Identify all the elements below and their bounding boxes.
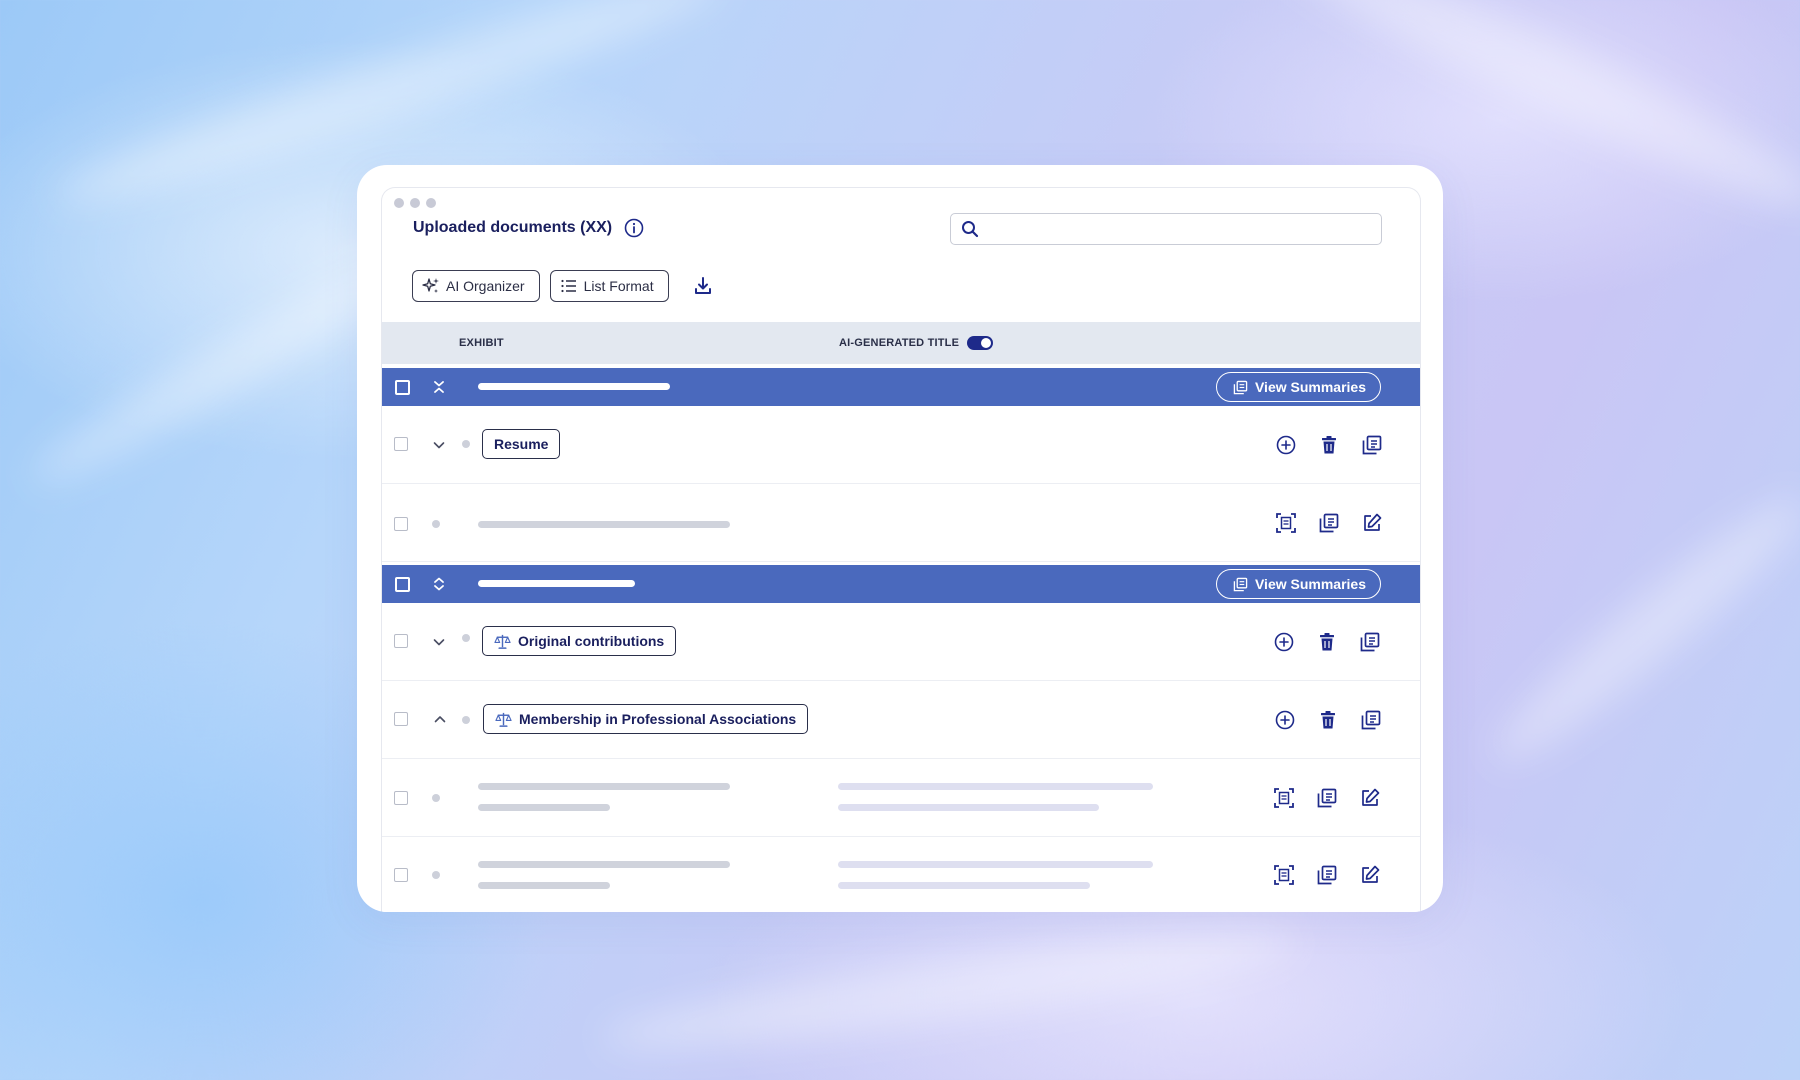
window-dot[interactable] (426, 198, 436, 208)
documents-window: Uploaded documents (XX) AI Organizer Lis… (381, 187, 1421, 912)
status-dot (462, 716, 470, 724)
window-dot[interactable] (410, 198, 420, 208)
ai-title-placeholder (838, 861, 1153, 868)
status-dot (432, 794, 440, 802)
plus-circle-icon[interactable] (1273, 631, 1295, 653)
column-header-ai-title-label: AI-GENERATED TITLE (839, 337, 960, 349)
documents-icon[interactable] (1360, 709, 1382, 731)
search-icon (962, 221, 979, 238)
list-item: Original contributions (382, 603, 1420, 681)
ai-organizer-button[interactable]: AI Organizer (412, 270, 540, 302)
edit-icon[interactable] (1359, 787, 1381, 809)
view-summaries-button[interactable]: View Summaries (1215, 372, 1381, 402)
documents-icon (1233, 380, 1248, 394)
document-row (382, 759, 1420, 837)
plus-circle-icon[interactable] (1274, 709, 1296, 731)
search-input[interactable] (950, 213, 1382, 245)
list-item: Membership in Professional Associations (382, 681, 1420, 759)
status-dot (462, 440, 470, 448)
column-header-exhibit: EXHIBIT (459, 337, 504, 349)
row-checkbox[interactable] (394, 791, 408, 805)
sparkles-icon (422, 278, 439, 293)
documents-icon[interactable] (1318, 512, 1340, 534)
list-format-label: List Format (583, 278, 654, 294)
document-title-placeholder (478, 783, 730, 790)
ai-organizer-label: AI Organizer (446, 278, 525, 294)
document-row (382, 484, 1420, 562)
toolbar: AI Organizer List Format (412, 270, 713, 302)
chevron-down-icon[interactable] (432, 635, 446, 649)
document-row (382, 837, 1420, 912)
ai-title-placeholder (838, 882, 1090, 889)
group-row: View Summaries (382, 368, 1420, 406)
row-checkbox[interactable] (394, 437, 408, 451)
group-row: View Summaries (382, 565, 1420, 603)
status-dot (462, 634, 470, 642)
view-summaries-label: View Summaries (1254, 576, 1366, 592)
app-card: Uploaded documents (XX) AI Organizer Lis… (357, 165, 1443, 912)
criteria-tag-membership[interactable]: Membership in Professional Associations (483, 704, 809, 734)
criteria-tag-resume[interactable]: Resume (482, 429, 561, 459)
page-header: Uploaded documents (XX) (413, 218, 644, 238)
download-icon[interactable] (693, 276, 713, 296)
documents-icon[interactable] (1361, 434, 1383, 456)
edit-icon[interactable] (1361, 512, 1383, 534)
page-title: Uploaded documents (XX) (413, 219, 613, 236)
trash-icon[interactable] (1318, 434, 1340, 456)
documents-icon[interactable] (1316, 864, 1338, 886)
trash-icon[interactable] (1317, 709, 1339, 731)
background-streak (599, 911, 1301, 1069)
criteria-tag-label: Membership in Professional Associations (519, 711, 797, 727)
ai-title-toggle[interactable] (967, 336, 994, 350)
group-checkbox[interactable] (395, 577, 410, 592)
window-controls (394, 198, 436, 208)
ai-title-placeholder (838, 804, 1099, 811)
chevron-down-icon[interactable] (432, 438, 446, 452)
window-dot[interactable] (394, 198, 404, 208)
row-checkbox[interactable] (394, 868, 408, 882)
list-item: Resume (382, 406, 1420, 484)
group-title-placeholder (478, 383, 670, 390)
expand-icon[interactable] (432, 577, 446, 591)
column-header-ai-title: AI-GENERATED TITLE (839, 336, 994, 350)
scale-icon (495, 712, 512, 727)
documents-icon (1233, 577, 1248, 591)
background-streak (1477, 478, 1800, 782)
status-dot (432, 871, 440, 879)
table-header: EXHIBIT AI-GENERATED TITLE (382, 322, 1420, 364)
list-icon (560, 279, 576, 293)
criteria-tag-original-contributions[interactable]: Original contributions (482, 626, 677, 656)
row-checkbox[interactable] (394, 712, 408, 726)
row-checkbox[interactable] (394, 634, 408, 648)
group-title-placeholder (478, 580, 635, 587)
collapse-icon[interactable] (432, 380, 446, 394)
ai-title-placeholder (838, 783, 1153, 790)
edit-icon[interactable] (1359, 864, 1381, 886)
documents-icon[interactable] (1316, 787, 1338, 809)
group-checkbox[interactable] (395, 380, 410, 395)
criteria-tag-label: Original contributions (518, 633, 665, 649)
documents-icon[interactable] (1359, 631, 1381, 653)
list-format-button[interactable]: List Format (549, 270, 669, 302)
row-checkbox[interactable] (394, 517, 408, 531)
status-dot (432, 520, 440, 528)
scan-icon[interactable] (1273, 787, 1295, 809)
view-summaries-button[interactable]: View Summaries (1215, 569, 1381, 599)
plus-circle-icon[interactable] (1275, 434, 1297, 456)
criteria-tag-label: Resume (494, 436, 549, 452)
document-title-placeholder (478, 521, 730, 528)
document-subtitle-placeholder (478, 804, 610, 811)
scan-icon[interactable] (1275, 512, 1297, 534)
document-title-placeholder (478, 861, 730, 868)
scan-icon[interactable] (1273, 864, 1295, 886)
info-icon[interactable] (624, 218, 644, 238)
view-summaries-label: View Summaries (1254, 379, 1366, 395)
document-subtitle-placeholder (478, 882, 610, 889)
scale-icon (494, 634, 511, 649)
trash-icon[interactable] (1316, 631, 1338, 653)
chevron-up-icon[interactable] (433, 712, 447, 726)
